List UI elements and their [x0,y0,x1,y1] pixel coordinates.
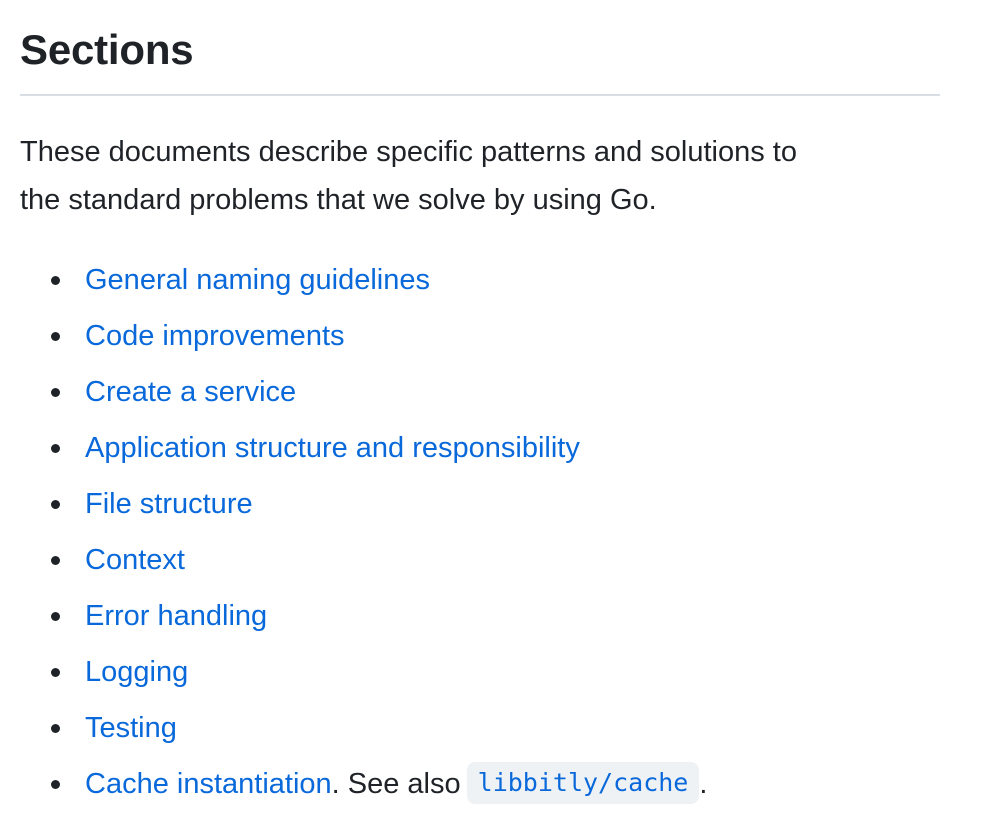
code-link-libbitly-cache[interactable]: libbitly/cache [466,762,700,804]
intro-line-2: the standard problems that we solve by u… [20,184,657,216]
link-testing[interactable]: Testing [85,700,177,756]
link-code-improvements[interactable]: Code improvements [85,308,345,364]
bullet-icon [51,556,60,565]
link-application-structure[interactable]: Application structure and responsibility [85,420,580,476]
list-item: Application structure and responsibility [0,420,960,476]
link-cache-instantiation[interactable]: Cache instantiation [85,768,332,800]
bullet-icon [51,500,60,509]
heading-divider [20,94,940,96]
list-item: Create a service [0,364,960,420]
list-item: Context [0,532,960,588]
link-logging[interactable]: Logging [85,644,188,700]
link-general-naming-guidelines[interactable]: General naming guidelines [85,252,430,308]
sections-list: General naming guidelines Code improveme… [0,252,960,812]
list-item: Testing [0,700,960,756]
list-item: File structure [0,476,960,532]
bullet-icon [51,388,60,397]
bullet-icon [51,724,60,733]
last-item-line: Cache instantiation. See also libbitly/ca… [85,756,707,812]
bullet-icon [51,444,60,453]
link-file-structure[interactable]: File structure [85,476,253,532]
intro-line-1: These documents describe specific patter… [20,136,797,168]
list-item: Logging [0,644,960,700]
bullet-icon [51,276,60,285]
list-item: General naming guidelines [0,252,960,308]
bullet-icon [51,780,60,789]
document-body: Sections These documents describe specif… [0,0,982,820]
see-also-text: . See also [331,768,461,800]
end-punctuation: . [699,768,708,800]
bullet-icon [51,668,60,677]
list-item: Error handling [0,588,960,644]
list-item: Code improvements [0,308,960,364]
bullet-icon [51,612,60,621]
link-create-a-service[interactable]: Create a service [85,364,296,420]
section-heading: Sections [20,26,194,73]
link-error-handling[interactable]: Error handling [85,588,267,644]
bullet-icon [51,332,60,341]
intro-paragraph: These documents describe specific patter… [20,128,940,224]
list-item: Cache instantiation. See also libbitly/ca… [0,756,960,812]
link-context[interactable]: Context [85,532,185,588]
